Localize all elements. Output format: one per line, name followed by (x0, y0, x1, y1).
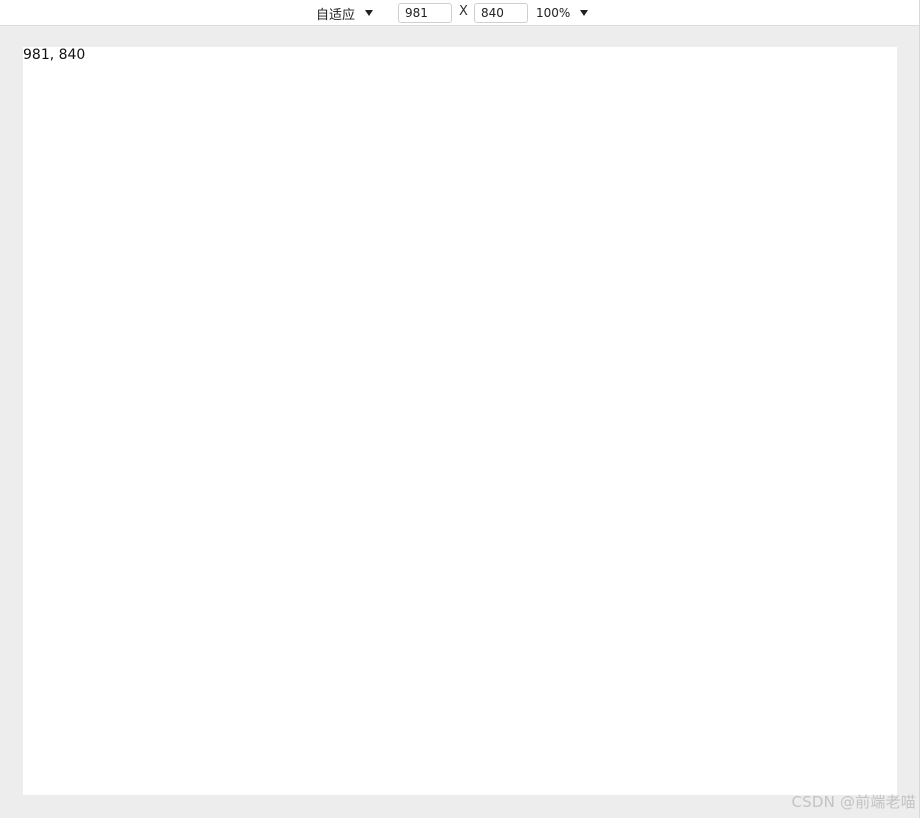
viewport-size-text: 981, 840 (23, 47, 86, 63)
watermark: CSDN @前端老喵 (791, 793, 916, 811)
chevron-down-icon (365, 10, 374, 16)
page-viewport[interactable]: 981, 840 (23, 47, 897, 795)
zoom-label: 100% (536, 6, 571, 20)
chevron-down-icon (580, 10, 589, 16)
width-input[interactable] (398, 3, 452, 23)
device-mode-dropdown[interactable]: 自适应 (316, 2, 374, 24)
responsive-toolbar: 自适应 X 100% (0, 0, 920, 26)
device-mode-label: 自适应 (316, 7, 356, 23)
zoom-dropdown[interactable]: 100% (536, 2, 589, 24)
dimension-separator: X (459, 4, 468, 19)
height-input[interactable] (474, 3, 528, 23)
